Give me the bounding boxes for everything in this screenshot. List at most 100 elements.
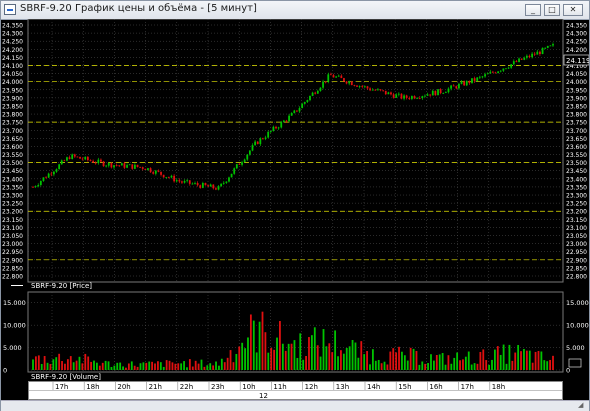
price-candle [525,55,528,58]
price-candle [113,165,115,168]
price-candle [337,75,340,77]
price-candle [371,89,374,91]
price-candle [460,81,463,84]
price-candle [296,110,298,112]
volume-bar [470,364,473,370]
price-candle [136,164,139,167]
resize-grip-icon[interactable]: ◢ [578,401,587,410]
volume-bar [58,353,61,370]
volume-bar [180,363,183,370]
volume-bar [444,364,447,370]
volume-bar [432,360,435,370]
volume-bar [540,351,543,370]
volume-bar [517,345,520,370]
price-candle [369,88,371,91]
price-candle [220,183,223,187]
chart-app-icon [4,4,16,15]
price-panel[interactable] [27,19,564,283]
price-candle [105,165,108,167]
price-candle [228,177,230,182]
maximize-button[interactable]: □ [544,4,560,16]
volume-bar [467,351,470,370]
price-candle [303,101,306,104]
hour-label: 10h [242,383,255,391]
volume-bar [142,362,145,370]
price-candle [152,172,155,174]
volume-bar [267,352,270,370]
volume-bar [401,351,403,370]
price-tick-label: 23.400 [566,176,587,183]
price-candle [408,97,411,99]
volume-bar [322,329,325,370]
volume-tick-label: 5.000 [566,344,585,352]
price-candle [502,68,505,71]
volume-bar [316,345,319,370]
price-candle [340,75,343,79]
hour-label: 18h [86,383,99,391]
volume-bar [130,361,133,370]
price-candle [484,74,486,77]
price-candle [458,83,460,89]
volume-bar [531,362,534,370]
price-candle [403,95,405,99]
price-candle [259,138,262,145]
volume-bar [447,355,450,370]
price-candle [439,89,442,94]
price-tick-label: 23.450 [2,168,23,175]
volume-bar [157,361,159,370]
price-candle [471,78,473,84]
price-candle [285,120,288,122]
price-candle [353,85,356,86]
volume-bar [499,354,502,370]
volume-bar [406,360,409,370]
title-bar[interactable]: SBRF-9.20 График цены и объёма - [5 мину… [1,1,589,20]
price-candle [55,169,58,172]
volume-bar [450,363,453,370]
price-candle [421,96,424,99]
price-tick-label: 24.050 [2,71,23,78]
hour-label: 11h [273,383,286,391]
price-candle [463,81,466,86]
price-candle [60,160,63,165]
volume-bar [148,361,151,370]
price-candle [536,51,539,55]
price-candle [309,95,311,101]
price-candle [248,150,251,155]
price-candle [123,163,126,168]
price-candle [335,76,338,78]
price-candle [293,110,296,114]
volume-bar [482,349,485,370]
price-candle [301,103,304,109]
price-candle [160,171,162,175]
volume-bar [81,363,84,370]
price-tick-label: 23.950 [2,87,23,94]
current-price-label: 24.119 [566,57,589,65]
volume-bar [122,366,124,370]
price-candle [181,181,183,183]
volume-bar [290,343,293,370]
volume-bar [209,363,212,370]
volume-bar [186,367,188,370]
price-candle [539,51,541,55]
price-tick-label: 23.000 [2,241,23,248]
chart-canvas[interactable]: 24.35024.30024.25024.20024.15024.10024.0… [1,19,589,381]
price-candle [42,177,45,181]
volume-bar [456,352,459,370]
price-candle [345,81,348,84]
volume-bar [438,354,441,370]
price-tick-label: 23.200 [566,209,587,216]
price-tick-label: 23.750 [2,120,23,127]
price-candle [89,160,92,161]
minimize-button[interactable]: _ [525,4,541,16]
chart-window: SBRF-9.20 График цены и объёма - [5 мину… [0,0,590,411]
volume-bar [427,363,429,370]
price-candle [34,186,37,188]
volume-bar [215,361,217,370]
price-candle [154,170,157,174]
volume-bar [49,364,52,370]
price-tick-label: 24.300 [2,31,23,38]
price-candle [520,58,523,60]
volume-bar [252,320,255,370]
close-button[interactable]: ✕ [563,4,583,16]
price-tick-label: 23.500 [566,160,587,167]
